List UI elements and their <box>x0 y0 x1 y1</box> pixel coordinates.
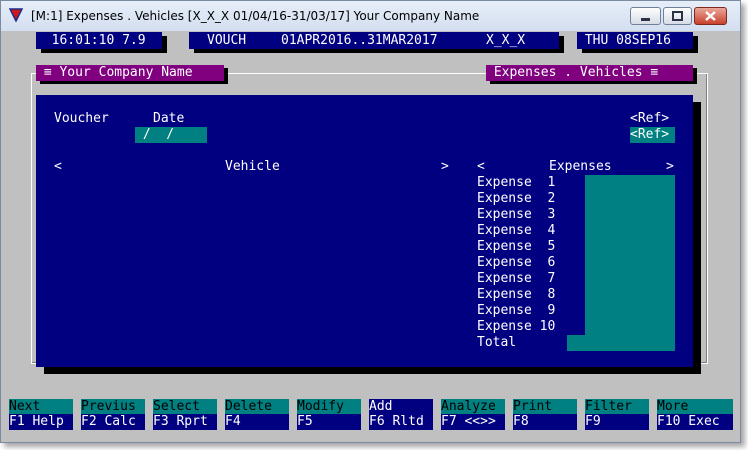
maximize-icon <box>672 11 683 21</box>
fkey-action-label: Add <box>369 399 433 414</box>
minimize-icon <box>641 18 650 21</box>
fkey-key-label: F8 <box>513 414 577 430</box>
fkey-action-label: Delete <box>225 399 289 414</box>
form-caption-text: Expenses . Vehicles ≡ <box>493 65 659 80</box>
expense-row-label: Expense 6 <box>477 255 556 270</box>
fkey-key-label: F5 <box>297 414 361 430</box>
ref-label: <Ref> <box>630 111 670 126</box>
fkey-action-label: Previus <box>81 399 145 414</box>
expense-row-label: Expense 7 <box>477 271 556 286</box>
company-caption: ≡ Your Company Name <box>36 65 224 81</box>
fkey-key-label: F9 <box>585 414 649 430</box>
app-window: [M:1] Expenses . Vehicles [X_X_X 01/04/1… <box>0 0 741 443</box>
ref-button-label: <Ref> <box>630 127 670 142</box>
window-title: [M:1] Expenses . Vehicles [X_X_X 01/04/1… <box>31 9 480 23</box>
fkey-key-label: F7 <<>> <box>441 414 505 430</box>
clock-display: 16:01:10 7.9 <box>36 32 162 49</box>
fkey-key-label: F10 Exec <box>657 414 733 430</box>
fkey-action-label: Modify <box>297 399 361 414</box>
app-logo-icon <box>9 8 23 22</box>
expense-row-label: Expense 10 <box>477 319 556 334</box>
company-caption-text: ≡ Your Company Name <box>43 65 193 80</box>
fkey-action-label: Print <box>513 399 577 414</box>
vehicle-prev-arrow[interactable]: < <box>54 159 62 175</box>
fkey-action-label: Analyze <box>441 399 505 414</box>
fkey-key-label: F1 Help <box>9 414 73 430</box>
fkey-action-label: Select <box>153 399 217 414</box>
fkey-action-label: Next <box>9 399 73 414</box>
expense-row-label: Expense 1 <box>477 175 556 190</box>
expense-row-label: Expense 4 <box>477 223 556 238</box>
total-field <box>567 335 675 351</box>
close-icon <box>705 11 716 21</box>
fkey-key-label: F4 <box>225 414 289 430</box>
expense-row-label: Expense 2 <box>477 191 556 206</box>
fkey-action-label: Filter <box>585 399 649 414</box>
date-field-value: / / <box>135 127 175 142</box>
clock-text: 16:01:10 7.9 <box>51 33 146 48</box>
vehicle-next-arrow[interactable]: > <box>441 159 449 175</box>
expense-row-label: Expense 5 <box>477 239 556 254</box>
title-bar[interactable]: [M:1] Expenses . Vehicles [X_X_X 01/04/1… <box>1 1 740 31</box>
fkey-select[interactable]: Select F3 Rprt <box>153 399 217 430</box>
console-area: 16:01:10 7.9 VOUCH 01APR2016..31MAR2017 X_… <box>1 31 740 442</box>
expense-row-label: Expense 8 <box>477 287 556 302</box>
ref-button[interactable]: <Ref> <box>630 127 675 143</box>
expense-amounts-field[interactable] <box>585 175 675 335</box>
total-label: Total <box>477 335 517 350</box>
minimize-button[interactable] <box>630 7 661 25</box>
fkey-filter[interactable]: Filter F9 <box>585 399 649 430</box>
expenses-prev-arrow[interactable]: < <box>477 159 485 175</box>
expenses-header: Expenses <box>549 159 612 174</box>
fkey-add[interactable]: Add F6 Rltd <box>369 399 433 430</box>
date-field[interactable]: / / <box>135 127 207 143</box>
date-display: THU 08SEP16 <box>577 32 693 49</box>
fkey-key-label: F3 Rprt <box>153 414 217 430</box>
expenses-next-arrow[interactable]: > <box>666 159 674 175</box>
fkey-delete[interactable]: Delete F4 <box>225 399 289 430</box>
close-button[interactable] <box>694 7 727 25</box>
fkey-action-label: More <box>657 399 733 414</box>
fkey-more[interactable]: More F10 Exec <box>657 399 733 430</box>
vehicle-header: Vehicle <box>225 159 280 174</box>
period-status: VOUCH 01APR2016..31MAR2017 X_X_X <box>189 32 559 49</box>
fkey-next[interactable]: Next F1 Help <box>9 399 73 430</box>
fkey-print[interactable]: Print F8 <box>513 399 577 430</box>
expense-row-label: Expense 3 <box>477 207 556 222</box>
voucher-panel: Voucher Date <Ref> / / <Ref> < Vehicle >… <box>36 95 693 367</box>
expense-row-label: Expense 9 <box>477 303 556 318</box>
mode-text: VOUCH <box>207 33 247 48</box>
date-text: THU 08SEP16 <box>584 33 671 48</box>
period-text: 01APR2016..31MAR2017 <box>281 33 438 48</box>
fkey-key-label: F6 Rltd <box>369 414 433 430</box>
fkey-analyze[interactable]: Analyze F7 <<>> <box>441 399 505 430</box>
fkey-key-label: F2 Calc <box>81 414 145 430</box>
maximize-button[interactable] <box>663 7 692 25</box>
voucher-label: Voucher <box>54 111 109 126</box>
user-text: X_X_X <box>486 33 526 48</box>
fkey-previous[interactable]: Previus F2 Calc <box>81 399 145 430</box>
fkey-modify[interactable]: Modify F5 <box>297 399 361 430</box>
form-caption: Expenses . Vehicles ≡ <box>486 65 693 81</box>
date-label: Date <box>153 111 185 126</box>
